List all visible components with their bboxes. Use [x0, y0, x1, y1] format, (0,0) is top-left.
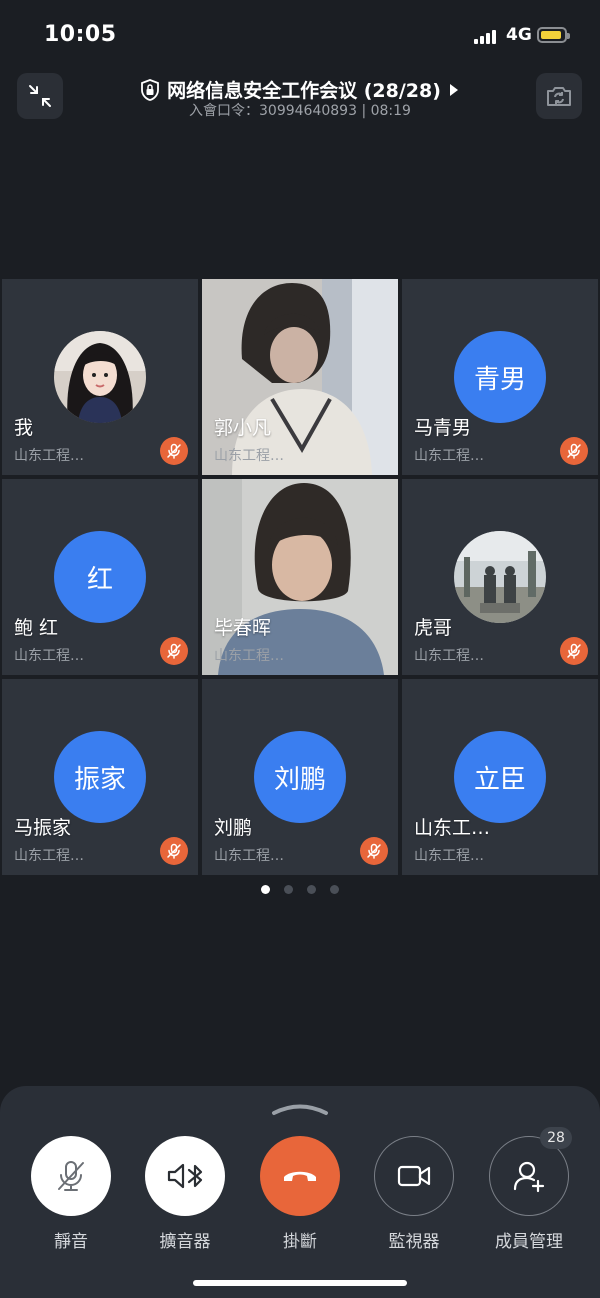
battery-icon — [537, 27, 570, 43]
participant-org: 山东工程… — [414, 648, 484, 664]
participant-org: 山东工程… — [414, 848, 484, 864]
phone-hangup-icon — [284, 1171, 316, 1181]
video-label: 監視器 — [388, 1232, 440, 1252]
participant-tile[interactable]: 立臣 山东工… 山东工程… — [402, 679, 598, 875]
participant-org: 山东工程… — [414, 448, 484, 464]
speaker-label: 擴音器 — [159, 1232, 211, 1252]
avatar: 立臣 — [454, 731, 546, 823]
lock-shield-icon — [141, 78, 159, 101]
video-control[interactable]: 監視器 — [374, 1136, 454, 1252]
avatar — [54, 331, 146, 423]
expand-handle-icon[interactable] — [270, 1102, 330, 1116]
hangup-button[interactable] — [260, 1136, 340, 1216]
participant-org: 山东工程… — [214, 448, 284, 464]
participant-tile[interactable]: 红 鲍 红 山东工程… — [2, 479, 198, 675]
avatar: 刘鹏 — [254, 731, 346, 823]
mic-muted-icon — [360, 837, 388, 865]
participant-tile[interactable]: 刘鹏 刘鹏 山东工程… — [202, 679, 398, 875]
participant-tile[interactable]: 虎哥 山东工程… — [402, 479, 598, 675]
avatar: 红 — [54, 531, 146, 623]
participant-name: 刘鹏 — [214, 817, 253, 839]
mic-muted-icon — [560, 637, 588, 665]
page-dot[interactable] — [284, 885, 293, 894]
hangup-control[interactable]: 掛斷 — [260, 1136, 340, 1252]
play-arrow-icon — [449, 83, 458, 96]
participant-tile[interactable]: 青男 马青男 山东工程… — [402, 279, 598, 475]
speaker-button[interactable] — [145, 1136, 225, 1216]
mute-control[interactable]: 靜音 — [31, 1136, 111, 1252]
video-camera-icon — [397, 1165, 431, 1187]
participant-org: 山东工程… — [214, 848, 284, 864]
bluetooth-speaker-icon — [167, 1163, 203, 1189]
participant-org: 山东工程… — [14, 648, 84, 664]
members-control[interactable]: 28 成員管理 — [489, 1127, 572, 1252]
page-dot[interactable] — [330, 885, 339, 894]
mic-muted-icon — [160, 437, 188, 465]
member-count-badge: 28 — [540, 1127, 572, 1149]
control-panel: 靜音 擴音器 掛斷 監視器 28 成員管理 — [0, 1086, 600, 1298]
participant-tile[interactable]: 我 山东工程… — [2, 279, 198, 475]
participant-name: 马青男 — [414, 417, 472, 439]
mic-off-icon — [58, 1161, 84, 1191]
mic-muted-icon — [560, 437, 588, 465]
mute-button[interactable] — [31, 1136, 111, 1216]
add-member-icon — [513, 1161, 545, 1193]
participant-name: 毕春晖 — [214, 617, 272, 639]
members-label: 成員管理 — [495, 1232, 563, 1252]
mute-label: 靜音 — [54, 1232, 88, 1252]
clock: 10:05 — [44, 22, 117, 47]
page-indicator[interactable] — [0, 885, 600, 894]
page-dot[interactable] — [261, 885, 270, 894]
page-dot[interactable] — [307, 885, 316, 894]
network-type: 4G — [506, 25, 532, 45]
participant-name: 郭小凡 — [214, 417, 272, 439]
participant-tile[interactable]: 郭小凡 山东工程… — [202, 279, 398, 475]
participant-org: 山东工程… — [214, 648, 284, 664]
members-button[interactable]: 28 — [489, 1127, 572, 1216]
speaker-control[interactable]: 擴音器 — [145, 1136, 225, 1252]
camera-switch-icon[interactable] — [536, 73, 582, 119]
mic-muted-icon — [160, 837, 188, 865]
participant-name: 鲍 红 — [14, 617, 59, 639]
video-button[interactable] — [374, 1136, 454, 1216]
signal-icon — [474, 28, 500, 44]
avatar: 青男 — [454, 331, 546, 423]
status-bar: 10:05 4G — [0, 0, 600, 70]
mic-muted-icon — [160, 637, 188, 665]
participant-name: 马振家 — [14, 817, 72, 839]
participant-name: 我 — [14, 417, 34, 439]
participant-name: 山东工… — [414, 817, 491, 839]
participant-name: 虎哥 — [414, 617, 453, 639]
home-indicator[interactable] — [193, 1280, 407, 1286]
participant-tile[interactable]: 振家 马振家 山东工程… — [2, 679, 198, 875]
participant-org: 山东工程… — [14, 848, 84, 864]
avatar — [454, 531, 546, 623]
participant-tile[interactable]: 毕春晖 山东工程… — [202, 479, 398, 675]
avatar: 振家 — [54, 731, 146, 823]
hangup-label: 掛斷 — [283, 1232, 317, 1252]
meeting-subtitle: 入會口令：30994640893 | 08:19 — [189, 103, 411, 119]
meeting-title: 网络信息安全工作会议 (28/28) — [167, 80, 441, 102]
participant-org: 山东工程… — [14, 448, 84, 464]
